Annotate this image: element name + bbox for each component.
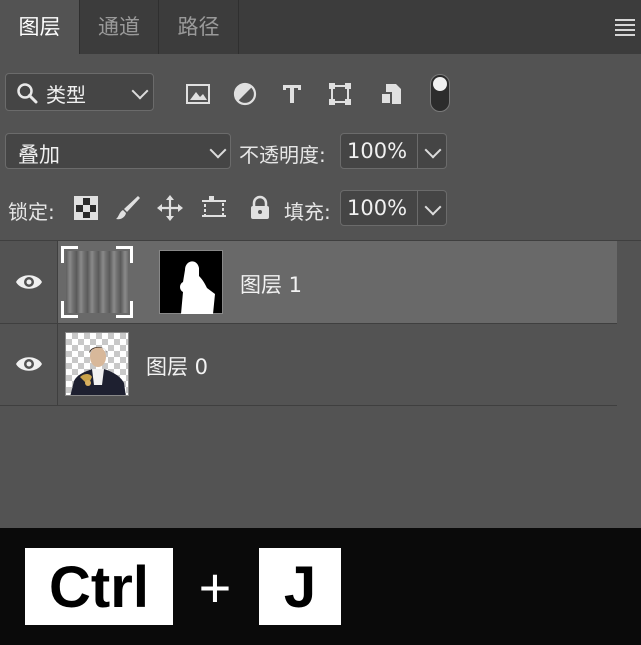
plus-sign: + <box>198 556 232 619</box>
tab-channels[interactable]: 通道 <box>80 0 159 54</box>
divider <box>417 134 418 168</box>
layer-name[interactable]: 图层 0 <box>146 351 208 381</box>
adjustment-filter-icon[interactable] <box>231 80 259 108</box>
filter-toggle-icon[interactable] <box>430 74 450 112</box>
selection-corner <box>116 246 133 263</box>
filter-kind-label: 类型 <box>46 83 86 107</box>
divider <box>0 405 617 406</box>
layer-mask-thumbnail[interactable] <box>159 250 223 314</box>
panel-tab-bar: 图层 通道 路径 <box>0 0 641 54</box>
layer-thumbnail[interactable] <box>65 332 129 396</box>
shortcut-banner: Ctrl + J <box>0 528 641 645</box>
layer-row-1[interactable]: 图层 1 <box>0 241 617 323</box>
lock-all-icon[interactable] <box>246 194 274 222</box>
filter-kind-dropdown[interactable]: 类型 <box>5 73 154 111</box>
type-filter-icon[interactable] <box>278 80 306 108</box>
lock-image-pixels-icon[interactable] <box>114 194 142 222</box>
lock-label: 锁定: <box>8 200 55 224</box>
opacity-value: 100% <box>347 139 408 163</box>
layer-row-0[interactable]: 图层 0 <box>0 324 617 405</box>
lock-transparent-pixels-icon[interactable] <box>72 194 100 222</box>
eye-icon[interactable] <box>14 353 44 375</box>
fill-value: 100% <box>347 196 408 220</box>
shape-filter-icon[interactable] <box>326 80 354 108</box>
search-icon <box>17 83 38 104</box>
selection-corner <box>61 246 78 263</box>
smart-object-filter-icon[interactable] <box>377 80 405 108</box>
portrait-image <box>70 347 126 395</box>
chevron-down-icon <box>209 141 227 159</box>
eye-icon[interactable] <box>14 271 44 293</box>
chevron-down-icon <box>131 82 149 100</box>
toggle-knob <box>433 77 447 91</box>
opacity-label: 不透明度: <box>239 143 326 167</box>
opacity-field[interactable]: 100% <box>340 133 447 169</box>
divider <box>417 191 418 225</box>
selection-corner <box>61 301 78 318</box>
lock-position-icon[interactable] <box>156 194 184 222</box>
fill-label: 填充: <box>284 200 331 224</box>
tab-paths[interactable]: 路径 <box>159 0 239 54</box>
panel-menu-icon[interactable] <box>615 16 635 38</box>
j-key: J <box>259 548 341 625</box>
tab-layers[interactable]: 图层 <box>0 0 80 54</box>
chevron-down-icon[interactable] <box>424 141 442 159</box>
selection-corner <box>116 301 133 318</box>
fill-field[interactable]: 100% <box>340 190 447 226</box>
chevron-down-icon[interactable] <box>424 198 442 216</box>
ctrl-key: Ctrl <box>25 548 173 625</box>
prevent-auto-nesting-icon[interactable] <box>200 194 228 222</box>
image-filter-icon[interactable] <box>184 80 212 108</box>
blend-mode-value: 叠加 <box>18 143 60 167</box>
layer-thumbnail[interactable] <box>61 246 133 318</box>
blend-mode-dropdown[interactable]: 叠加 <box>5 133 231 169</box>
layer-name[interactable]: 图层 1 <box>240 269 302 299</box>
